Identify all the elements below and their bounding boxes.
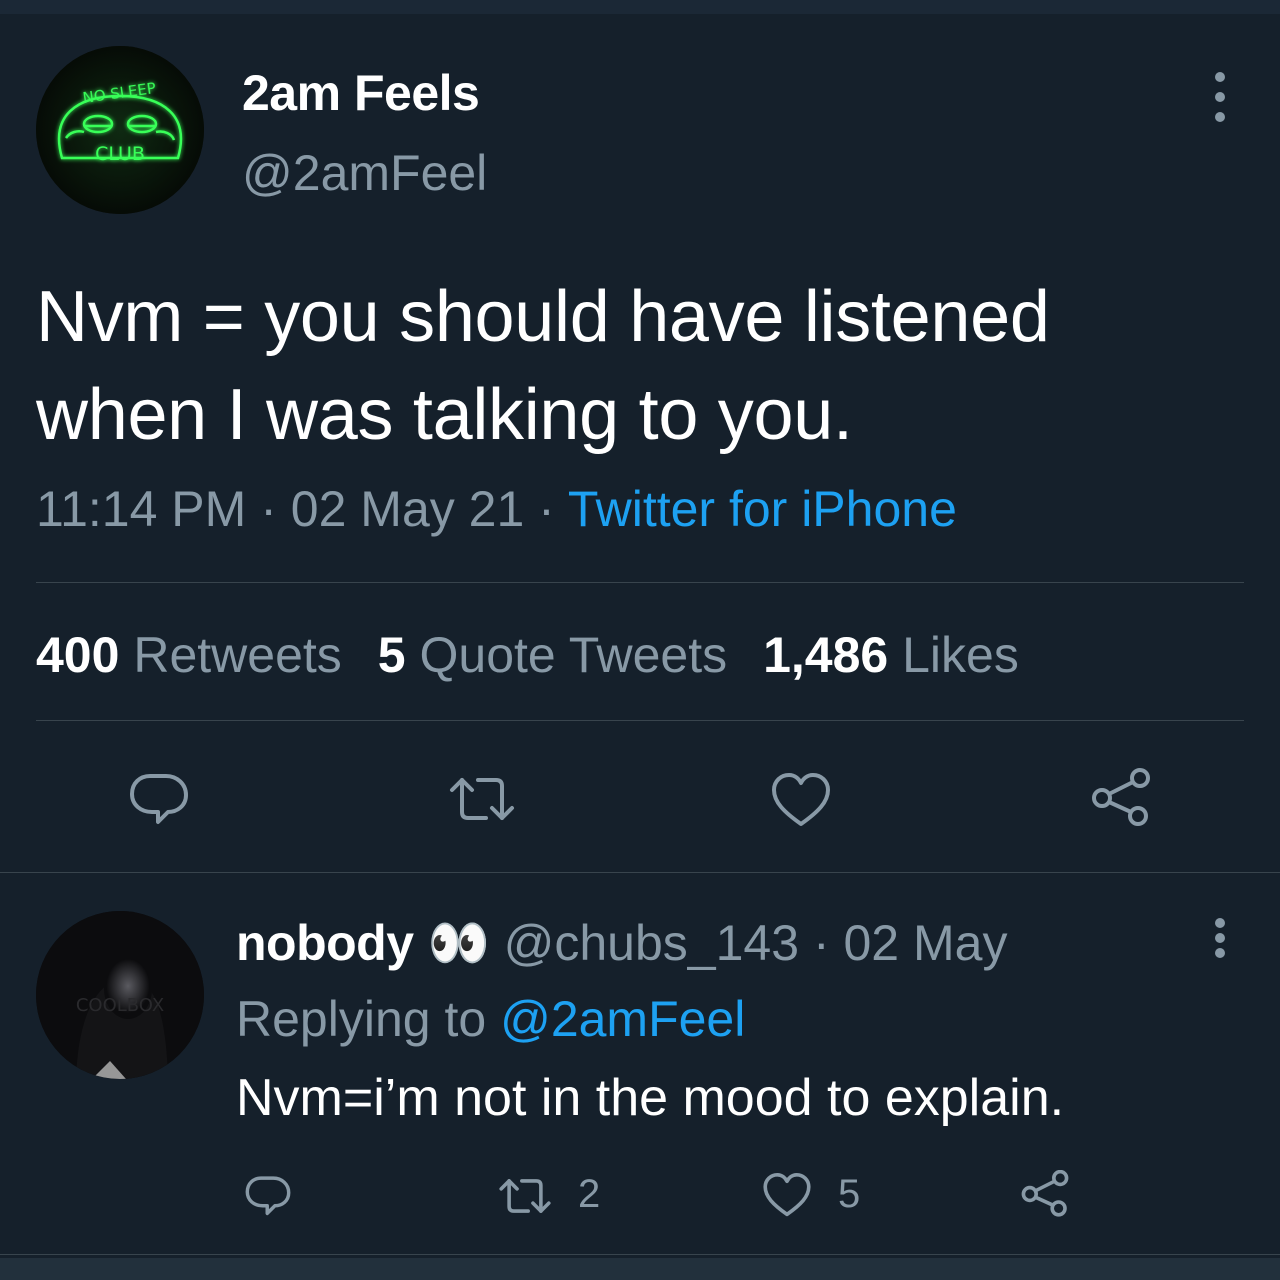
more-options-button[interactable] bbox=[1210, 72, 1230, 122]
replying-to: Replying to @2amFeel bbox=[236, 990, 745, 1048]
reply-like-button[interactable] bbox=[762, 1172, 812, 1218]
reply-header: nobody 👀 @chubs_143 · 02 May bbox=[236, 914, 1007, 973]
reply-handle[interactable]: @chubs_143 bbox=[504, 915, 799, 971]
reply-reply-button[interactable] bbox=[244, 1172, 292, 1218]
display-name[interactable]: 2am Feels bbox=[242, 64, 480, 122]
meta-separator: · bbox=[260, 481, 277, 537]
retweets-label: Retweets bbox=[133, 627, 342, 683]
divider bbox=[0, 1254, 1280, 1255]
speech-bubble-icon bbox=[245, 1176, 291, 1216]
meta-separator: · bbox=[538, 481, 555, 537]
heart-outline-icon bbox=[763, 1173, 811, 1217]
share-nodes-icon bbox=[1021, 1170, 1069, 1217]
reply-date[interactable]: 02 May bbox=[844, 915, 1008, 971]
eyes-emoji: 👀 bbox=[427, 915, 490, 971]
retweets-count: 400 bbox=[36, 627, 120, 683]
like-button[interactable] bbox=[770, 772, 832, 828]
heart-outline-icon bbox=[772, 773, 830, 826]
reply-text: Nvm=i’m not in the mood to explain. bbox=[236, 1069, 1065, 1127]
reply-retweet-count: 2 bbox=[578, 1172, 601, 1216]
vertical-ellipsis-icon bbox=[1215, 72, 1225, 82]
vertical-ellipsis-icon bbox=[1215, 918, 1225, 928]
likes-count: 1,486 bbox=[763, 627, 889, 683]
share-nodes-icon bbox=[1092, 768, 1150, 826]
retweet-arrows-icon bbox=[450, 778, 514, 820]
likes-label: Likes bbox=[902, 627, 1019, 683]
reply-display-name[interactable]: nobody bbox=[236, 915, 414, 971]
engagement-stats: 400 Retweets 5 Quote Tweets 1,486 Likes bbox=[36, 626, 1019, 684]
reply-avatar-photo: COOLBOX bbox=[36, 911, 204, 1079]
avatar[interactable]: NO SLEEP CLUB bbox=[36, 46, 204, 214]
tweet-date[interactable]: 02 May 21 bbox=[291, 481, 524, 537]
reply-share-button[interactable] bbox=[1020, 1170, 1070, 1218]
reply-avatar[interactable]: COOLBOX bbox=[36, 911, 204, 1079]
bottom-edge bbox=[0, 1258, 1280, 1280]
tweet-time[interactable]: 11:14 PM bbox=[36, 481, 246, 537]
reply-more-options-button[interactable] bbox=[1210, 918, 1230, 958]
divider bbox=[36, 582, 1244, 583]
divider bbox=[36, 720, 1244, 721]
no-sleep-club-logo: NO SLEEP CLUB bbox=[36, 46, 204, 214]
retweet-button[interactable] bbox=[448, 774, 516, 824]
avatar-watermark: COOLBOX bbox=[76, 995, 164, 1016]
tweet-text: Nvm = you should have listened when I wa… bbox=[36, 277, 1050, 455]
quote-tweets-label: Quote Tweets bbox=[419, 627, 728, 683]
reply-retweet-button[interactable] bbox=[498, 1176, 552, 1216]
retweet-arrows-icon bbox=[499, 1179, 551, 1213]
likes-stat[interactable]: 1,486 Likes bbox=[763, 627, 1019, 683]
retweets-stat[interactable]: 400 Retweets bbox=[36, 627, 342, 683]
speech-bubble-icon bbox=[130, 774, 188, 824]
quote-tweets-stat[interactable]: 5 Quote Tweets bbox=[378, 627, 727, 683]
top-edge bbox=[0, 0, 1280, 14]
logo-text-bottom: CLUB bbox=[95, 143, 145, 165]
meta-separator: · bbox=[812, 915, 830, 971]
user-handle[interactable]: @2amFeel bbox=[242, 144, 487, 202]
reply-like-count: 5 bbox=[838, 1172, 861, 1216]
tweet-source-link[interactable]: Twitter for iPhone bbox=[568, 481, 957, 537]
tweet-meta: 11:14 PM · 02 May 21 · Twitter for iPhon… bbox=[36, 480, 957, 538]
reply-button[interactable] bbox=[128, 768, 190, 828]
replying-to-handle-link[interactable]: @2amFeel bbox=[500, 991, 745, 1047]
share-button[interactable] bbox=[1090, 768, 1152, 828]
divider bbox=[0, 872, 1280, 873]
quote-tweets-count: 5 bbox=[377, 627, 406, 683]
replying-to-label: Replying to bbox=[236, 991, 487, 1047]
